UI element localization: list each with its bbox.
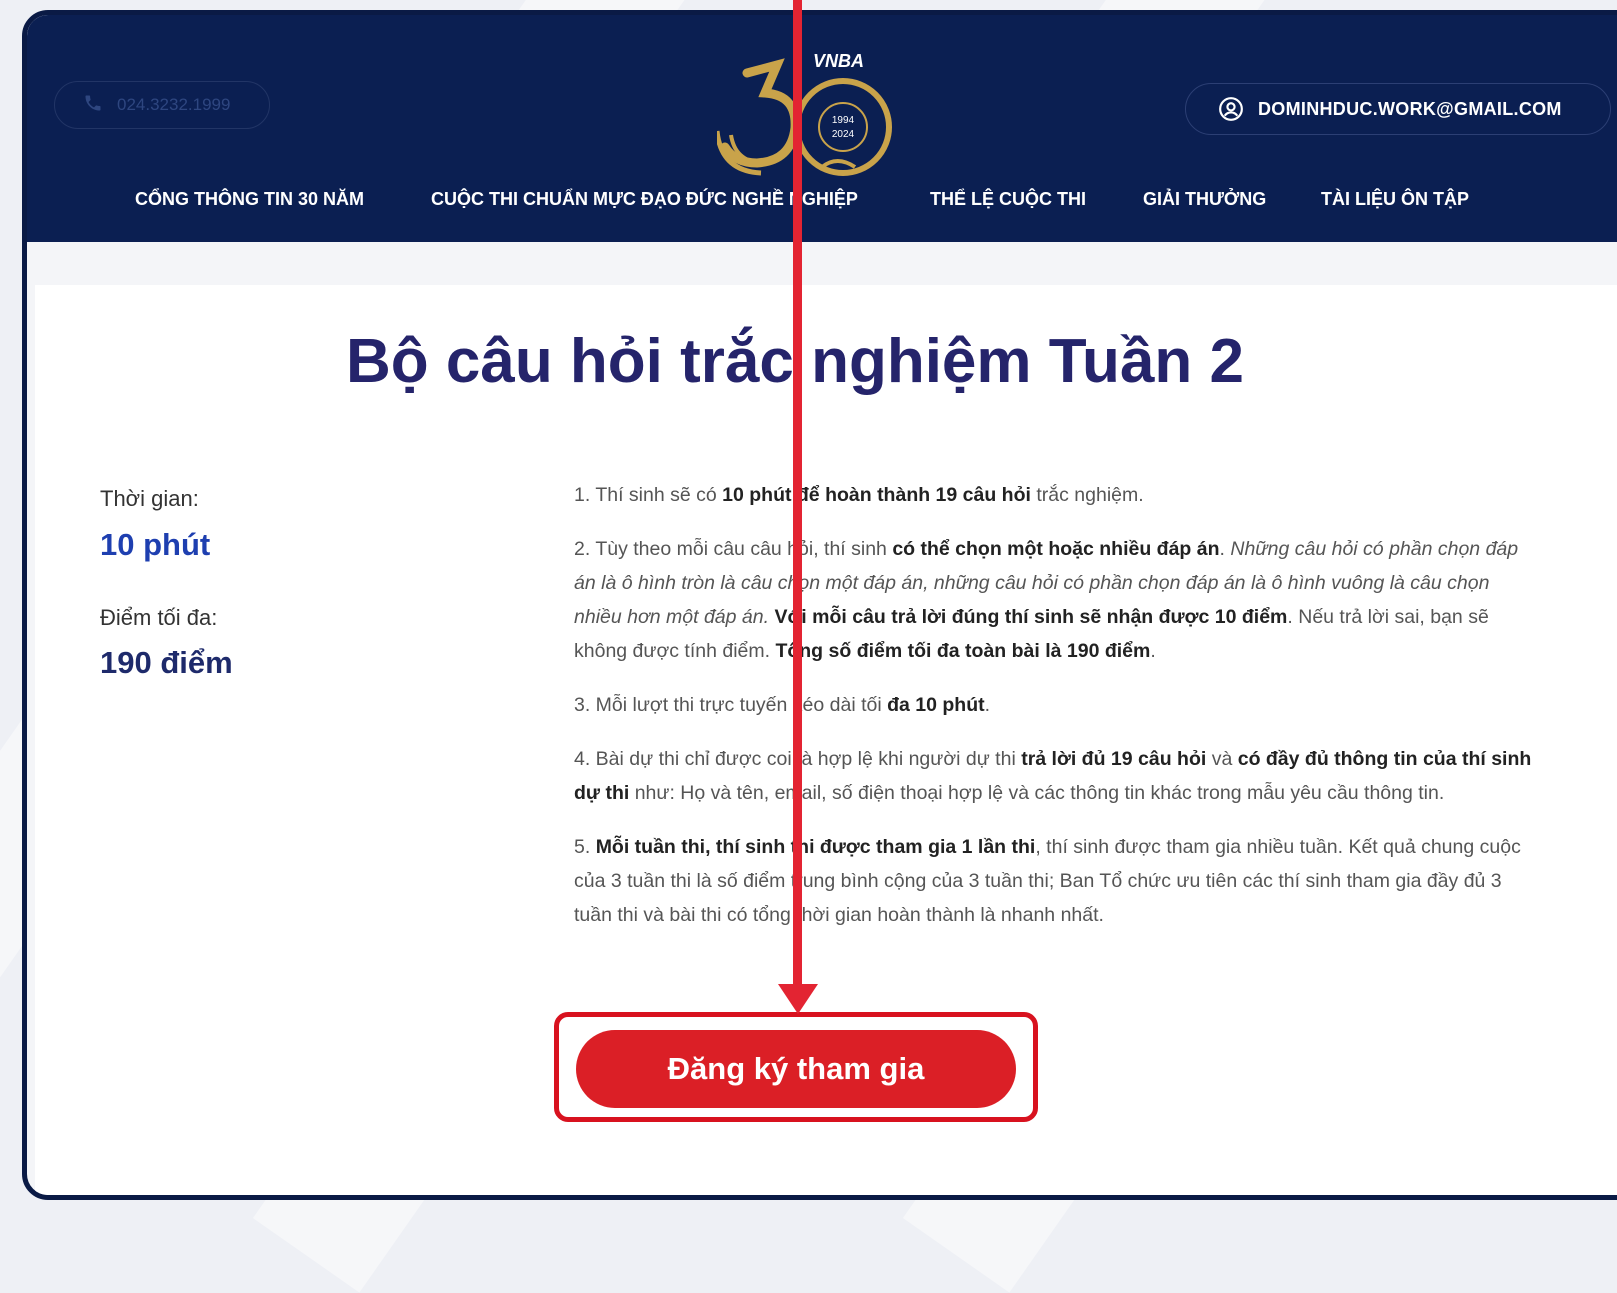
phone-icon bbox=[83, 93, 103, 118]
contest-rules: 1. Thí sinh sẽ có 10 phút để hoàn thành … bbox=[574, 478, 1534, 952]
rule-item: 3. Mỗi lượt thi trực tuyến kéo dài tối đ… bbox=[574, 694, 991, 716]
score-value: 190 điểm bbox=[100, 645, 233, 680]
nav-item-prizes[interactable]: GIẢI THƯỞNG bbox=[1143, 189, 1266, 210]
logo-year-end: 2024 bbox=[832, 129, 855, 140]
account-button[interactable]: DOMINHDUC.WORK@GMAIL.COM bbox=[1185, 83, 1611, 135]
vnba-30-logo[interactable]: VNBA 1994 2024 bbox=[714, 43, 897, 183]
rule-item: 1. Thí sinh sẽ có 10 phút để hoàn thành … bbox=[574, 484, 1144, 506]
time-value: 10 phút bbox=[100, 527, 211, 562]
site-header: 024.3232.1999 VNBA 1994 2024 DOMINHDUC.W… bbox=[27, 15, 1617, 242]
logo-text: VNBA bbox=[813, 51, 864, 71]
nav-item-portal[interactable]: CỔNG THÔNG TIN 30 NĂM bbox=[135, 189, 364, 210]
score-label: Điểm tối đa: bbox=[100, 605, 218, 630]
arrow-down-icon bbox=[793, 0, 802, 988]
account-email: DOMINHDUC.WORK@GMAIL.COM bbox=[1258, 98, 1562, 119]
rule-item: 4. Bài dự thi chỉ được coi là hợp lệ khi… bbox=[574, 748, 1532, 804]
phone-number: 024.3232.1999 bbox=[117, 95, 231, 114]
nav-item-rules[interactable]: THỂ LỆ CUỘC THI bbox=[930, 189, 1086, 210]
phone-pill[interactable]: 024.3232.1999 bbox=[54, 81, 270, 129]
rule-item: 5. Mỗi tuần thi, thí sinh thi được tham … bbox=[574, 836, 1521, 926]
main-nav: CỔNG THÔNG TIN 30 NĂM CUỘC THI CHUẨN MỰC… bbox=[27, 189, 1617, 229]
user-circle-icon bbox=[1218, 96, 1244, 122]
rule-item: 2. Tùy theo mỗi câu câu hỏi, thí sinh có… bbox=[574, 538, 1519, 662]
register-button[interactable]: Đăng ký tham gia bbox=[576, 1030, 1016, 1108]
arrow-head-icon bbox=[778, 984, 818, 1014]
logo-year-start: 1994 bbox=[832, 115, 855, 126]
nav-item-materials[interactable]: TÀI LIỆU ÔN TẬP bbox=[1321, 189, 1469, 210]
time-label: Thời gian: bbox=[100, 486, 199, 511]
